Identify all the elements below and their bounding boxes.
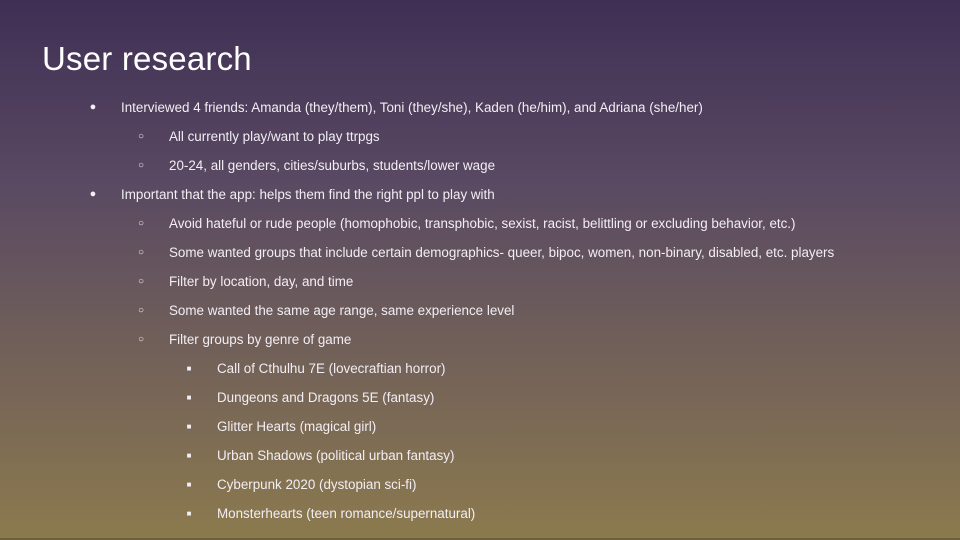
bullet-item-app-importance: ● Important that the app: helps them fin… [0,180,960,209]
bullet-text: Cyberpunk 2020 (dystopian sci-fi) [217,477,417,492]
bullet-item-genre-urban-shadows: ■ Urban Shadows (political urban fantasy… [0,441,960,470]
bullet-list: ● Interviewed 4 friends: Amanda (they/th… [0,93,960,528]
filled-circle-bullet-icon: ● [89,188,97,200]
bullet-text: Call of Cthulhu 7E (lovecraftian horror) [217,361,446,376]
bullet-item-genre-call-of-cthulhu: ■ Call of Cthulhu 7E (lovecraftian horro… [0,354,960,383]
bullet-text: Some wanted groups that include certain … [169,245,835,260]
hollow-circle-bullet-icon: ○ [137,131,145,142]
bullet-item-genre-glitter-hearts: ■ Glitter Hearts (magical girl) [0,412,960,441]
hollow-circle-bullet-icon: ○ [137,305,145,316]
bullet-item-genre-monsterhearts: ■ Monsterhearts (teen romance/supernatur… [0,499,960,528]
filled-circle-bullet-icon: ● [89,101,97,113]
bullet-text: Dungeons and Dragons 5E (fantasy) [217,390,435,405]
bullet-item-demographic-groups: ○ Some wanted groups that include certai… [0,238,960,267]
bullet-text: Important that the app: helps them find … [121,187,495,202]
bullet-text: Interviewed 4 friends: Amanda (they/them… [121,100,703,115]
hollow-circle-bullet-icon: ○ [137,218,145,229]
bullet-item-genre-dungeons-and-dragons: ■ Dungeons and Dragons 5E (fantasy) [0,383,960,412]
bullet-text: Monsterhearts (teen romance/supernatural… [217,506,476,521]
bullet-item-demographics: ○ 20-24, all genders, cities/suburbs, st… [0,151,960,180]
bullet-item-genre-cyberpunk: ■ Cyberpunk 2020 (dystopian sci-fi) [0,470,960,499]
bullet-item-friends-interviewed: ● Interviewed 4 friends: Amanda (they/th… [0,93,960,122]
square-bullet-icon: ■ [186,422,192,431]
bullet-text: Filter by location, day, and time [169,274,354,289]
square-bullet-icon: ■ [186,393,192,402]
bullet-item-age-experience: ○ Some wanted the same age range, same e… [0,296,960,325]
bullet-text: Some wanted the same age range, same exp… [169,303,515,318]
bullet-text: Avoid hateful or rude people (homophobic… [169,216,796,231]
slide-title: User research [42,40,252,77]
bullet-text: Urban Shadows (political urban fantasy) [217,448,455,463]
presentation-slide: User research ● Interviewed 4 friends: A… [0,0,960,540]
bullet-text: Glitter Hearts (magical girl) [217,419,377,434]
square-bullet-icon: ■ [186,480,192,489]
bullet-text: Filter groups by genre of game [169,332,352,347]
bullet-item-play-ttrpgs: ○ All currently play/want to play ttrpgs [0,122,960,151]
square-bullet-icon: ■ [186,364,192,373]
bullet-item-filter-genre: ○ Filter groups by genre of game [0,325,960,354]
square-bullet-icon: ■ [186,509,192,518]
bullet-text: All currently play/want to play ttrpgs [169,129,380,144]
bullet-text: 20-24, all genders, cities/suburbs, stud… [169,158,496,173]
hollow-circle-bullet-icon: ○ [137,160,145,171]
bullet-item-avoid-hateful-people: ○ Avoid hateful or rude people (homophob… [0,209,960,238]
hollow-circle-bullet-icon: ○ [137,276,145,287]
hollow-circle-bullet-icon: ○ [137,247,145,258]
hollow-circle-bullet-icon: ○ [137,334,145,345]
bullet-item-filter-location-time: ○ Filter by location, day, and time [0,267,960,296]
square-bullet-icon: ■ [186,451,192,460]
